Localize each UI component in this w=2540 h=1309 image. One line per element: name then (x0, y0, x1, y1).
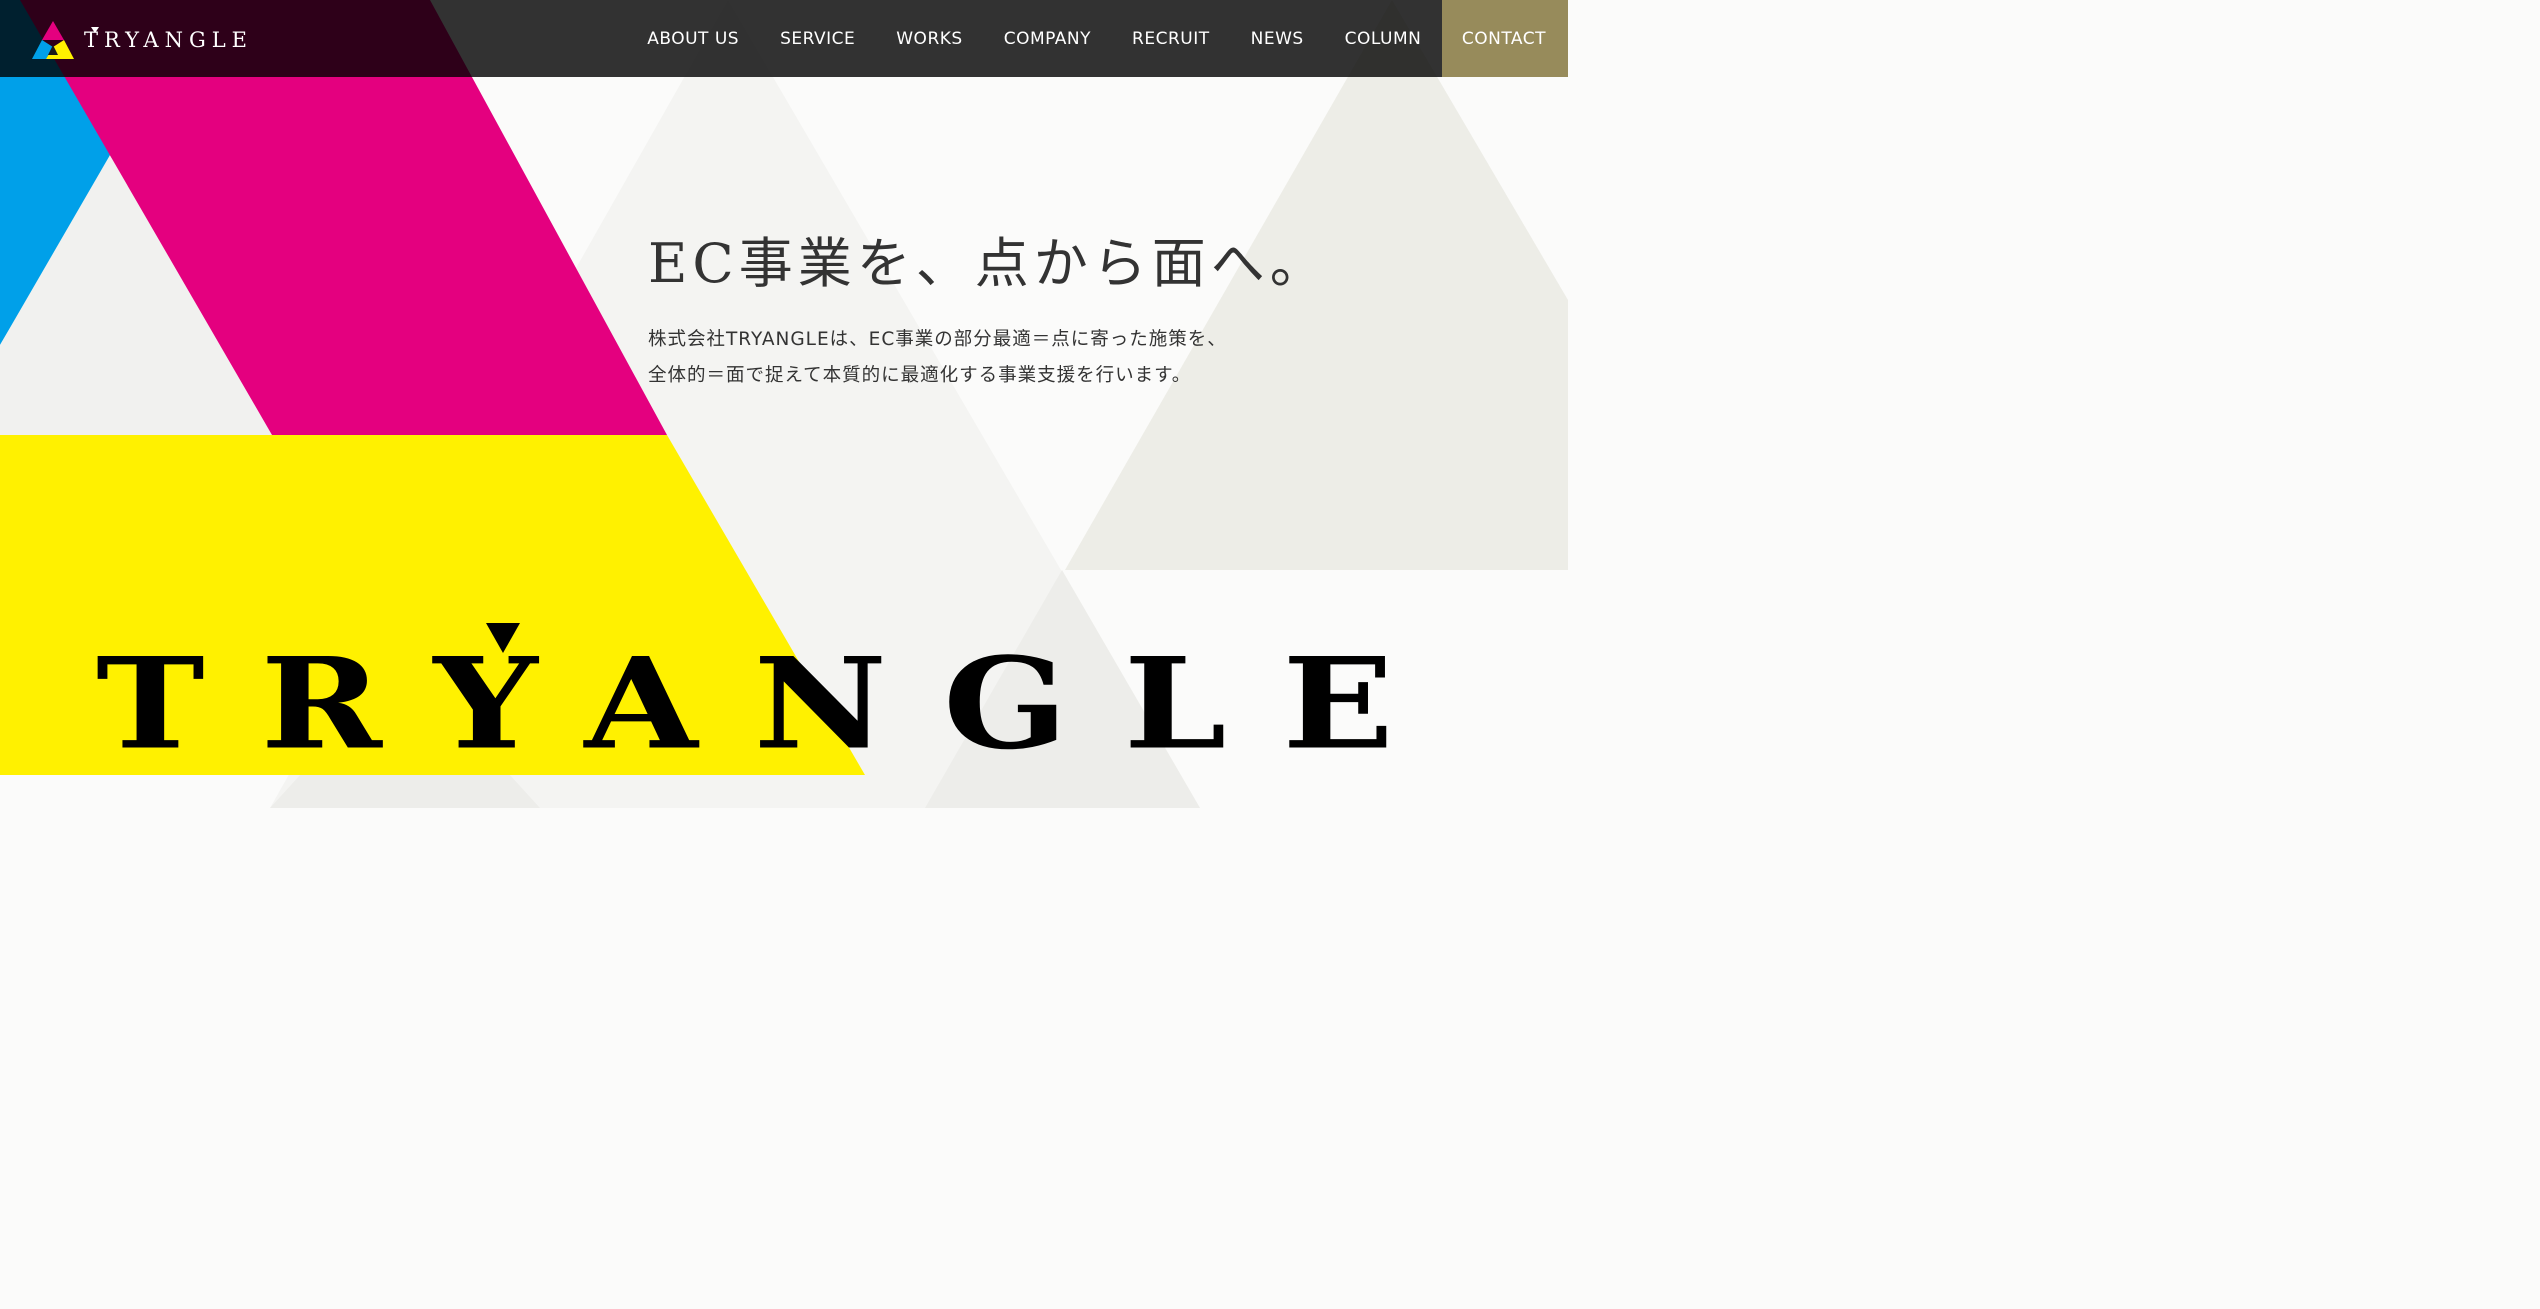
nav-item-news[interactable]: NEWS (1230, 0, 1324, 77)
nav-item-service[interactable]: SERVICE (760, 0, 876, 77)
nav-item-column[interactable]: COLUMN (1324, 0, 1442, 77)
nav-item-about-us[interactable]: ABOUT US (627, 0, 760, 77)
hero-title: EC事業を、点から面へ。 (648, 232, 1329, 295)
hero-description: 株式会社TRYANGLEは、EC事業の部分最適＝点に寄った施策を、 全体的＝面で… (648, 322, 1348, 394)
logo-link[interactable]: TRYANGLE (32, 20, 253, 60)
wordmark-y-accent-icon (486, 623, 520, 653)
logo-y-accent-icon (91, 27, 99, 33)
contact-button[interactable]: CONTACT (1441, 0, 1568, 77)
hero-description-line-1: 株式会社TRYANGLEは、EC事業の部分最適＝点に寄った施策を、 (648, 329, 1227, 350)
page: TRYANGLE ABOUT US SERVICE WORKS COMPANY … (0, 0, 1568, 808)
hero-description-line-2: 全体的＝面で捉えて本質的に最適化する事業支援を行います。 (648, 365, 1192, 386)
nav-item-recruit[interactable]: RECRUIT (1112, 0, 1231, 77)
tryangle-logo-icon (32, 21, 74, 59)
main-nav: ABOUT US SERVICE WORKS COMPANY RECRUIT N… (627, 0, 1568, 77)
nav-item-company[interactable]: COMPANY (983, 0, 1111, 77)
site-header: TRYANGLE ABOUT US SERVICE WORKS COMPANY … (0, 0, 1568, 77)
nav-item-works[interactable]: WORKS (876, 0, 983, 77)
hero-wordmark: TRYANGLE (96, 630, 1450, 778)
logo-text: TRYANGLE (84, 28, 253, 52)
